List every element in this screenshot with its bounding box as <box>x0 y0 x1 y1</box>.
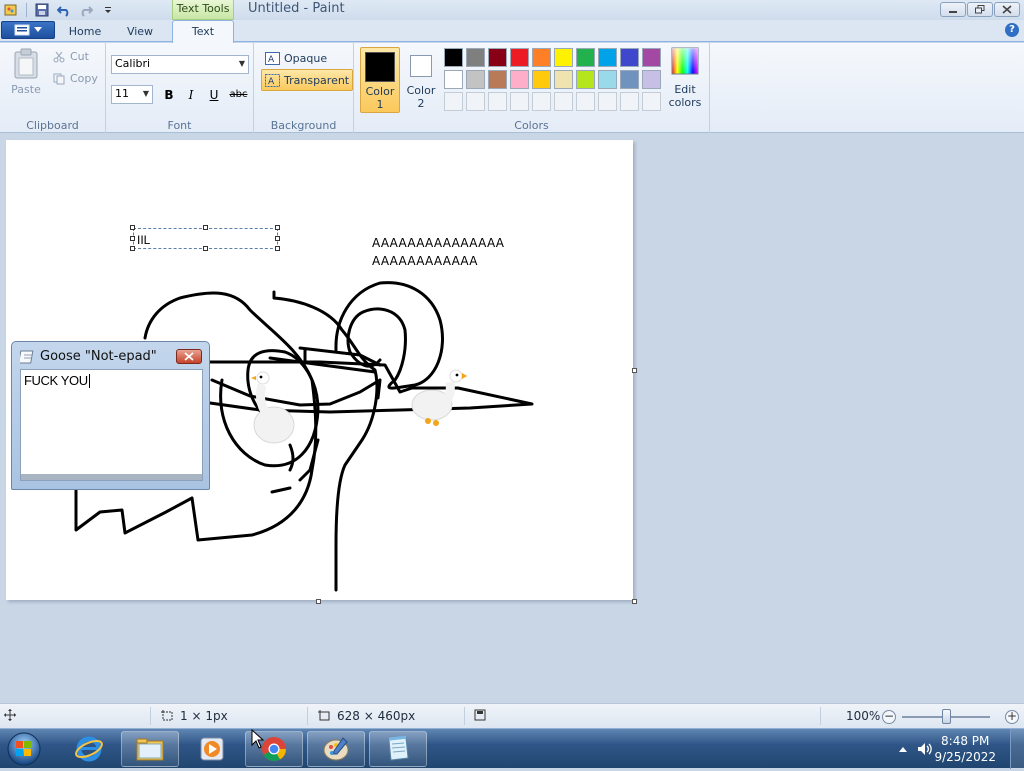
disk-icon <box>474 709 486 721</box>
clock-date: 9/25/2022 <box>934 750 996 764</box>
status-separator <box>464 707 465 725</box>
notepad-icon <box>20 350 34 364</box>
clock-time: 8:48 PM <box>941 734 990 748</box>
folder-icon <box>136 738 164 761</box>
text-box-handle[interactable] <box>275 236 280 241</box>
zoom-level: 100% <box>846 709 881 723</box>
text-box-handle[interactable] <box>275 246 280 251</box>
text-box-handle[interactable] <box>130 225 135 230</box>
goose-sprite-right <box>411 369 467 426</box>
close-icon <box>184 352 194 361</box>
canvas-text-line: AAAAAAAAAAAA <box>372 254 478 268</box>
zoom-in-button[interactable]: + <box>1005 710 1019 724</box>
goose-notepad-window[interactable]: Goose "Not-epad" FUCK YOU <box>11 341 210 490</box>
show-desktop-button[interactable] <box>1010 729 1024 769</box>
internet-explorer-icon <box>75 736 103 762</box>
selection-size-value: 1 × 1px <box>180 709 228 723</box>
canvas-resize-handle-corner[interactable] <box>632 599 637 604</box>
text-box-handle[interactable] <box>203 225 208 230</box>
status-separator <box>150 707 151 725</box>
text-box-content[interactable]: IIL <box>137 233 150 247</box>
taskbar-notepad[interactable] <box>369 731 427 767</box>
taskbar-internet-explorer[interactable] <box>60 731 118 767</box>
text-caret <box>89 374 90 388</box>
windows-taskbar: 8:48 PM 9/25/2022 <box>0 728 1024 769</box>
image-size-icon <box>318 710 330 721</box>
goose-notepad-text: FUCK YOU <box>24 373 88 388</box>
zoom-slider-thumb[interactable] <box>942 709 951 724</box>
text-box-handle[interactable] <box>203 246 208 251</box>
goose-notepad-textarea[interactable]: FUCK YOU <box>20 369 203 481</box>
status-bar: 1 × 1px 628 × 460px 100% − + <box>0 703 1024 728</box>
zoom-out-button[interactable]: − <box>882 710 896 724</box>
selection-size: 1 × 1px <box>161 709 228 723</box>
text-box-handle[interactable] <box>130 246 135 251</box>
media-player-icon <box>200 737 224 761</box>
mouse-pointer-icon <box>251 729 265 749</box>
taskbar-media-player[interactable] <box>183 731 241 767</box>
image-size-value: 628 × 460px <box>337 709 416 723</box>
canvas-text-line: AAAAAAAAAAAAAAA <box>372 236 505 250</box>
goose-notepad-title: Goose "Not-epad" <box>40 349 157 364</box>
text-box-handle[interactable] <box>130 236 135 241</box>
canvas-resize-handle-bottom[interactable] <box>316 599 321 604</box>
goose-notepad-scrollbar[interactable] <box>21 474 202 480</box>
status-separator <box>820 707 821 725</box>
goose-notepad-close-button[interactable] <box>176 349 202 364</box>
paint-palette-icon <box>323 737 349 761</box>
windows-orb-icon <box>7 732 41 766</box>
status-separator <box>307 707 308 725</box>
taskbar-paint[interactable] <box>307 731 365 767</box>
image-size: 628 × 460px <box>318 709 415 723</box>
text-box-handle[interactable] <box>275 225 280 230</box>
taskbar-file-explorer[interactable] <box>121 731 179 767</box>
move-cursor-icon <box>4 709 16 721</box>
selection-icon <box>161 710 173 721</box>
taskbar-clock[interactable]: 8:48 PM 9/25/2022 <box>934 733 996 765</box>
file-size <box>474 709 486 721</box>
cursor-position <box>4 709 16 721</box>
tray-expand-icon[interactable] <box>898 743 908 756</box>
canvas-resize-handle-right[interactable] <box>632 368 637 373</box>
notepad-app-icon <box>388 735 409 761</box>
volume-icon[interactable] <box>916 741 934 760</box>
start-button[interactable] <box>3 730 47 768</box>
